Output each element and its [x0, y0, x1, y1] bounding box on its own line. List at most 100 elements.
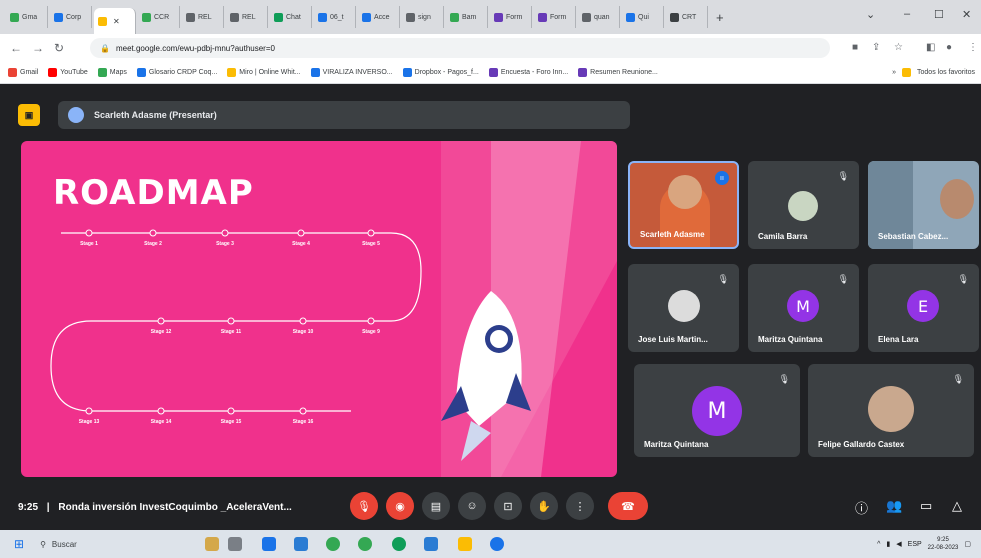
stage-label: Stage 13 [78, 419, 100, 425]
camera-off-button[interactable]: ◉ [386, 492, 414, 520]
bookmark-label: Gmail [20, 69, 39, 76]
face-image [940, 179, 974, 219]
bookmark-item[interactable]: Glosario CRDP Coq... [136, 68, 217, 77]
widget-icon[interactable] [205, 537, 219, 551]
participant-tile-maritza-2[interactable]: 🎙 M Maritza Quintana [634, 364, 800, 457]
browser-tab[interactable]: Form [534, 6, 576, 28]
all-bookmarks-button[interactable]: Todos los favoritos [917, 69, 975, 76]
chevron-up-icon[interactable]: ^ [877, 541, 880, 548]
bookmark-item[interactable]: Dropbox - Pagos_f... [402, 68, 479, 77]
browser-tab[interactable]: CRT [666, 6, 708, 28]
chrome-icon-2[interactable] [358, 537, 372, 551]
bookmark-item[interactable]: Miro | Online Whit... [227, 68, 301, 77]
participant-tile-maritza[interactable]: 🎙 M Maritza Quintana [748, 264, 859, 352]
browser-tab[interactable]: Gma [6, 6, 48, 28]
browser-tab[interactable]: Bam [446, 6, 488, 28]
browser-tab[interactable]: CCR [138, 6, 180, 28]
stage-label: Stage 12 [150, 329, 172, 335]
browser-tab[interactable]: Corp [50, 6, 92, 28]
meeting-title: Ronda inversión InvestCoquimbo _AceleraV… [58, 502, 292, 513]
share-icon[interactable]: ⇪ [872, 42, 880, 53]
browser-tab[interactable]: Chat [270, 6, 312, 28]
notifications-icon[interactable]: ▢ [964, 540, 971, 548]
bookmark-item[interactable]: VIRALIZA INVERSO... [310, 68, 393, 77]
file-explorer-icon[interactable] [294, 537, 308, 551]
profile-icon[interactable]: ● [946, 42, 952, 53]
url-input[interactable]: 🔒 meet.google.com/ewu-pdbj-mnu?authuser=… [90, 38, 830, 58]
windows-start-icon[interactable]: ⊞ [14, 537, 24, 551]
volume-icon[interactable]: ◀ [896, 540, 901, 548]
outlook-icon[interactable] [262, 537, 276, 551]
stage-label: Stage 11 [220, 329, 242, 335]
mic-off-button[interactable]: 🎙 [350, 492, 378, 520]
leave-call-button[interactable]: ☎ [608, 492, 648, 520]
participant-tile-scarleth[interactable]: ıı Scarleth Adasme [628, 161, 739, 249]
tab-favicon-icon [670, 12, 679, 22]
browser-tab[interactable]: REL [226, 6, 268, 28]
activities-icon[interactable]: △ [952, 498, 962, 514]
bookmark-item[interactable]: Gmail [8, 68, 38, 77]
browser-tab[interactable]: sign [402, 6, 444, 28]
tab-favicon-icon [494, 12, 503, 22]
tab-search-icon[interactable]: ⌄ [866, 8, 875, 21]
participant-name: Maritza Quintana [644, 440, 709, 449]
browser-tab[interactable]: REL [182, 6, 224, 28]
info-icon[interactable]: ⓘ [855, 498, 868, 517]
presenter-pill[interactable]: Scarleth Adasme (Presentar) [58, 101, 630, 129]
participant-tile-felipe[interactable]: 🎙 Felipe Gallardo Castex [808, 364, 974, 457]
bookmark-star-icon[interactable]: ☆ [894, 42, 903, 53]
folder-icon[interactable] [458, 537, 472, 551]
back-icon[interactable]: ← [10, 41, 22, 55]
reload-icon[interactable]: ↻ [54, 41, 64, 55]
task-view-icon[interactable] [228, 537, 242, 551]
participant-tile-sebastian[interactable]: Sebastian Cabez... [868, 161, 979, 249]
presenting-icon[interactable]: ▣ [18, 104, 40, 126]
close-window-icon[interactable]: ✕ [962, 8, 971, 21]
browser-tab[interactable]: ✕ [94, 8, 136, 34]
participant-name: Scarleth Adasme [640, 230, 705, 239]
bookmark-item[interactable]: YouTube [48, 68, 88, 77]
extensions-icon[interactable]: ◧ [926, 42, 935, 53]
browser-tab[interactable]: Form [490, 6, 532, 28]
presenter-avatar [68, 107, 84, 123]
bookmark-item[interactable]: Resumen Reunione... [578, 68, 658, 77]
bookmark-item[interactable]: Encuesta - Foro Inn... [488, 68, 568, 77]
more-options-button[interactable]: ⋮ [566, 492, 594, 520]
participant-tile-camila[interactable]: 🎙 Camila Barra [748, 161, 859, 249]
chrome-icon[interactable] [326, 537, 340, 551]
store-icon[interactable] [424, 537, 438, 551]
browser-tab[interactable]: Acce [358, 6, 400, 28]
clock-date: 22-08-2023 [927, 545, 959, 551]
participant-tile-jose[interactable]: 🎙 Jose Luis Martin... [628, 264, 739, 352]
menu-icon[interactable]: ⋮ [968, 42, 978, 53]
browser-tab[interactable]: quan [578, 6, 620, 28]
tab-close-icon[interactable]: ✕ [113, 17, 120, 26]
taskbar-clock[interactable]: 9:25 22-08-2023 [928, 536, 959, 552]
browser-tab[interactable]: Qui [622, 6, 664, 28]
captions-button[interactable]: ▤ [422, 492, 450, 520]
maximize-icon[interactable]: ☐ [934, 8, 944, 21]
participant-tile-elena[interactable]: 🎙 E Elena Lara [868, 264, 979, 352]
whatsapp-icon[interactable] [392, 537, 406, 551]
mic-off-icon: 🎙 [717, 274, 729, 284]
camera-indicator-icon[interactable]: ■ [852, 42, 858, 53]
forward-icon[interactable]: → [32, 41, 44, 55]
bookmarks-more-button[interactable]: » [892, 69, 896, 76]
people-icon[interactable]: 👥 [886, 498, 902, 514]
chat-icon[interactable]: ▭ [920, 498, 932, 514]
taskbar-search[interactable]: ⚲ Buscar [40, 534, 160, 554]
browser-tab[interactable]: 06_t [314, 6, 356, 28]
lock-icon[interactable]: 🔒 [100, 44, 110, 53]
raise-hand-button[interactable]: ✋ [530, 492, 558, 520]
bookmark-item[interactable]: Maps [97, 68, 127, 77]
tab-favicon-icon [538, 12, 547, 22]
new-tab-button[interactable]: + [716, 10, 724, 25]
network-icon[interactable]: ▮ [886, 540, 890, 548]
edge-icon[interactable] [490, 537, 504, 551]
present-button[interactable]: ⊡ [494, 492, 522, 520]
bookmark-favicon-icon [310, 68, 320, 77]
stage-label: Stage 14 [150, 419, 172, 425]
minimize-icon[interactable]: – [904, 8, 910, 20]
reactions-button[interactable]: ☺ [458, 492, 486, 520]
lang-indicator[interactable]: ESP [908, 541, 922, 548]
